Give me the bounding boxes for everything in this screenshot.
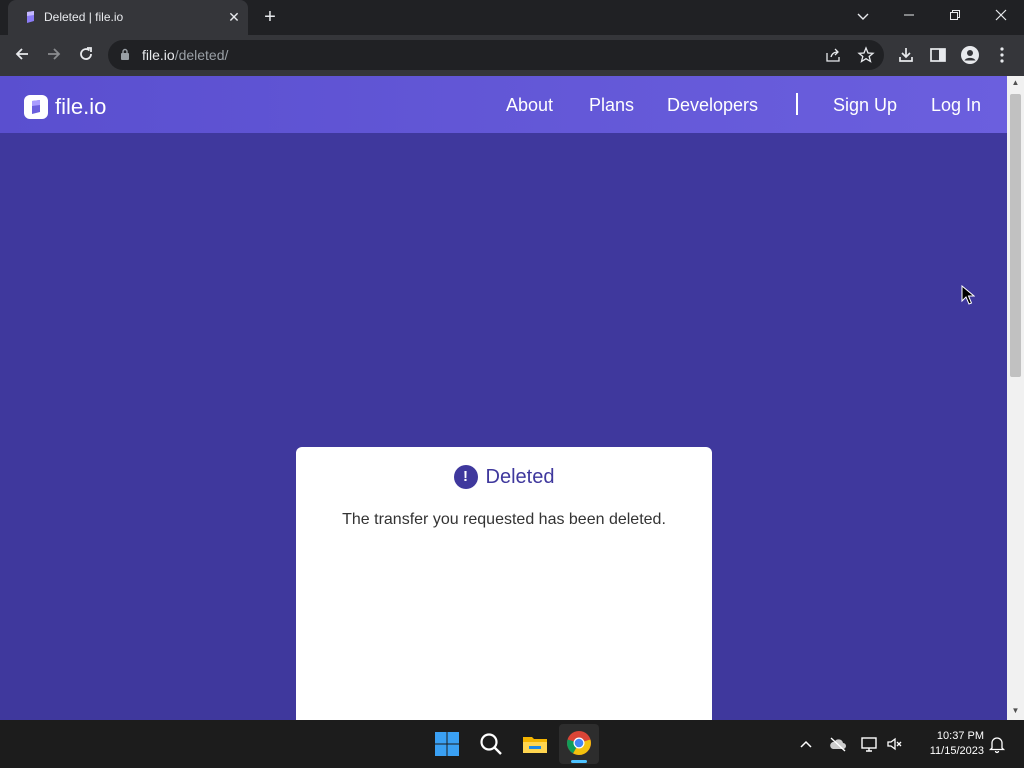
tab-title: Deleted | file.io [44, 10, 124, 24]
clock-time: 10:37 PM [936, 730, 984, 742]
new-tab-icon[interactable]: + [258, 6, 282, 30]
file-explorer-icon[interactable] [521, 730, 549, 758]
tab-close-icon[interactable]: ✕ [224, 7, 244, 27]
system-clock[interactable]: 10:37 PM 11/15/2023 [912, 729, 984, 759]
deleted-card: ! Deleted The transfer you requested has… [296, 447, 712, 720]
clock-date: 11/15/2023 [929, 745, 984, 757]
url-text[interactable]: file.io/deleted/ [142, 47, 228, 63]
share-icon[interactable] [824, 46, 842, 64]
scroll-down-icon[interactable]: ▼ [1007, 706, 1024, 718]
logo-text: file.io [55, 94, 107, 119]
nav-sign-up[interactable]: Sign Up [833, 95, 897, 116]
side-panel-icon[interactable] [928, 45, 948, 65]
page-viewport: file.io About Plans Developers Sign Up L… [0, 76, 1007, 720]
address-bar[interactable]: file.io/deleted/ [108, 40, 884, 70]
browser-titlebar: Deleted | file.io ✕ + [0, 0, 1024, 35]
exclamation-icon: ! [453, 465, 478, 489]
nav-about[interactable]: About [506, 95, 553, 116]
more-menu-icon[interactable] [992, 45, 1012, 65]
card-message: The transfer you requested has been dele… [342, 511, 666, 528]
bookmark-star-icon[interactable] [857, 46, 875, 64]
tab-search-icon[interactable] [849, 4, 877, 28]
nav-divider [796, 93, 798, 115]
close-window-icon[interactable] [987, 4, 1015, 28]
windows-taskbar: 10:37 PM 11/15/2023 [0, 720, 1024, 768]
page-scrollbar[interactable]: ▲ ▼ [1007, 76, 1024, 720]
restore-icon[interactable] [941, 4, 969, 28]
chrome-icon [567, 731, 591, 755]
browser-tab[interactable]: Deleted | file.io ✕ [8, 0, 248, 35]
lock-icon[interactable] [120, 48, 130, 60]
profile-icon[interactable] [960, 45, 980, 65]
show-hidden-icons-icon[interactable] [796, 734, 816, 754]
file-io-favicon-icon [27, 11, 34, 23]
card-header: ! Deleted [296, 465, 712, 489]
nav-plans[interactable]: Plans [589, 95, 634, 116]
browser-toolbar: file.io/deleted/ [0, 35, 1024, 76]
card-title: Deleted [485, 465, 555, 488]
volume-muted-icon[interactable] [885, 734, 905, 754]
scroll-thumb[interactable] [1010, 94, 1021, 377]
active-app-indicator [571, 760, 587, 763]
file-io-logo-icon [24, 95, 48, 119]
download-icon[interactable] [896, 45, 916, 65]
notification-bell-icon[interactable] [987, 734, 1007, 754]
network-icon[interactable] [860, 734, 880, 754]
reload-icon[interactable] [73, 43, 99, 69]
onedrive-offline-icon[interactable] [828, 734, 848, 754]
chrome-taskbar-item[interactable] [559, 724, 599, 764]
back-icon[interactable] [9, 43, 35, 69]
nav-developers[interactable]: Developers [667, 95, 758, 116]
site-header: file.io About Plans Developers Sign Up L… [0, 76, 1007, 133]
site-logo[interactable]: file.io [24, 94, 106, 120]
minimize-icon[interactable] [895, 4, 923, 28]
forward-icon[interactable] [41, 43, 67, 69]
search-icon[interactable] [477, 730, 505, 758]
scroll-up-icon[interactable]: ▲ [1007, 78, 1024, 90]
windows-start-icon[interactable] [433, 730, 461, 758]
nav-log-in[interactable]: Log In [931, 95, 981, 116]
mouse-cursor-icon [961, 285, 975, 305]
